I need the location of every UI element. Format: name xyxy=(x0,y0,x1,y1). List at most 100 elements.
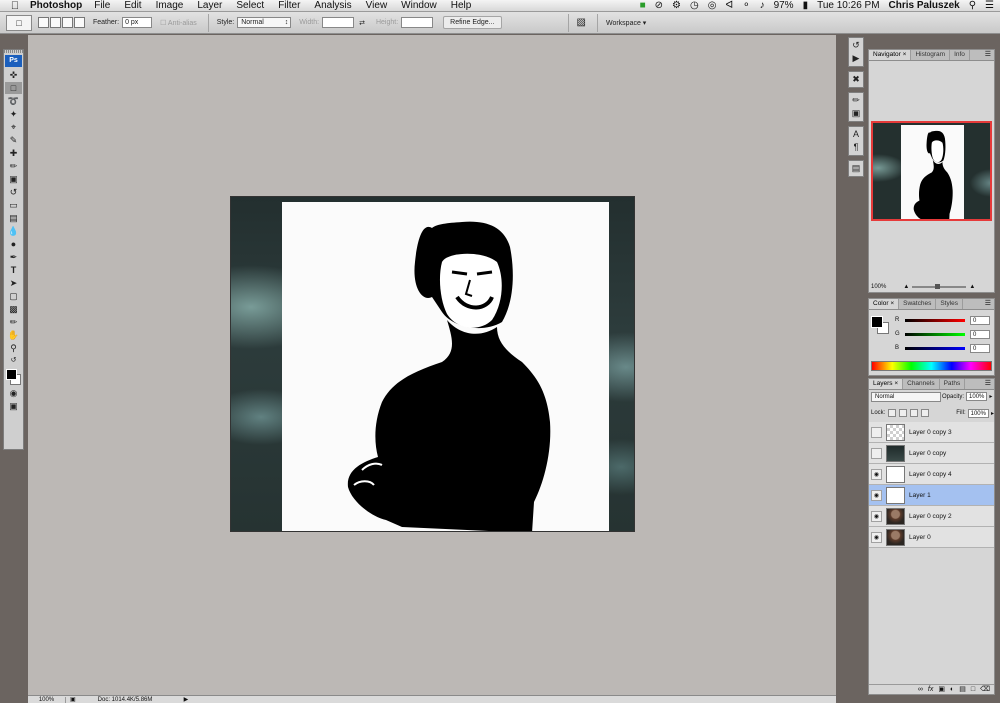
volume-icon[interactable]: ♪ xyxy=(760,0,765,11)
shape-tool-icon[interactable]: ▢ xyxy=(5,290,22,302)
fill-arrow-icon[interactable]: ▸ xyxy=(991,410,994,417)
tab-layers[interactable]: Layers × xyxy=(869,379,904,389)
menu-window[interactable]: Window xyxy=(401,0,437,11)
menu-select[interactable]: Select xyxy=(236,0,264,11)
screen-mode-icon[interactable]: ▣ xyxy=(5,400,22,412)
tab-styles[interactable]: Styles xyxy=(936,299,964,309)
layer-name[interactable]: Layer 1 xyxy=(909,492,931,499)
clock[interactable]: Tue 10:26 PM xyxy=(817,0,879,11)
layer-name[interactable]: Layer 0 copy 2 xyxy=(909,513,952,520)
canvas-workspace[interactable] xyxy=(28,35,836,695)
search-icon[interactable]: ⚲ xyxy=(969,0,976,11)
history-brush-tool-icon[interactable]: ↺ xyxy=(5,186,22,198)
style-select[interactable]: Normal xyxy=(237,17,292,28)
wifi-icon[interactable]: ⚬ xyxy=(742,0,750,11)
tab-info[interactable]: Info xyxy=(950,50,970,60)
vpn-icon[interactable]: ◎ xyxy=(708,0,717,11)
pen-tool-icon[interactable]: ✒ xyxy=(5,251,22,263)
eyedropper-tool-icon[interactable]: ✏ xyxy=(5,316,22,328)
opacity-input[interactable]: 100% xyxy=(966,392,988,401)
status-menu-arrow-icon[interactable]: ▶ xyxy=(184,696,189,703)
link-layers-icon[interactable]: ∞ xyxy=(918,685,923,694)
navigator-thumbnail[interactable] xyxy=(871,121,992,221)
stamp-tool-icon[interactable]: ▣ xyxy=(5,173,22,185)
navigator-zoom-value[interactable]: 100% xyxy=(871,284,886,290)
layer-row[interactable]: Layer 0 copy 3 xyxy=(869,422,994,443)
menu-file[interactable]: File xyxy=(94,0,110,11)
color-panel-swatches[interactable] xyxy=(871,316,891,336)
add-selection-button[interactable] xyxy=(50,17,61,28)
b-slider[interactable] xyxy=(905,346,965,350)
color-spectrum[interactable] xyxy=(871,361,992,371)
panel-menu-icon[interactable]: ☰ xyxy=(985,299,994,309)
gear-icon[interactable]: ⚙ xyxy=(672,0,681,11)
opacity-arrow-icon[interactable]: ▸ xyxy=(989,393,992,400)
battery-percent[interactable]: 97% xyxy=(774,0,794,11)
tab-channels[interactable]: Channels xyxy=(903,379,940,389)
menu-analysis[interactable]: Analysis xyxy=(314,0,351,11)
crop-tool-icon[interactable]: ⌖ xyxy=(5,121,22,133)
layer-row-selected[interactable]: ◉ Layer 1 xyxy=(869,485,994,506)
b-input[interactable]: 0 xyxy=(970,343,990,353)
r-input[interactable]: 0 xyxy=(970,315,990,325)
status-icon[interactable]: ▣ xyxy=(70,696,76,703)
g-slider[interactable] xyxy=(905,332,965,336)
layer-name[interactable]: Layer 0 xyxy=(909,534,931,541)
refine-edge-button[interactable]: Refine Edge... xyxy=(443,16,502,29)
panel-menu-icon[interactable]: ☰ xyxy=(985,50,994,60)
eraser-tool-icon[interactable]: ▭ xyxy=(5,199,22,211)
brushes-panel-icon[interactable]: ✏ xyxy=(849,94,863,107)
lock-transparency-icon[interactable] xyxy=(888,409,897,417)
dodge-tool-icon[interactable]: ● xyxy=(5,238,22,250)
layer-row[interactable]: ◉ Layer 0 copy 4 xyxy=(869,464,994,485)
clone-source-icon[interactable]: ▣ xyxy=(849,107,863,120)
eye-icon[interactable]: ◉ xyxy=(871,489,882,501)
tab-paths[interactable]: Paths xyxy=(940,379,966,389)
marquee-tool-icon[interactable]: □ xyxy=(5,82,22,94)
bluetooth-icon[interactable]: ᐊ xyxy=(725,0,733,11)
notes-tool-icon[interactable]: ▩ xyxy=(5,303,22,315)
eye-icon[interactable]: ◉ xyxy=(871,531,882,543)
r-slider[interactable] xyxy=(905,318,965,322)
foreground-color[interactable] xyxy=(6,369,17,380)
zoom-level[interactable]: 100% xyxy=(28,696,66,703)
blend-mode-select[interactable]: Normal xyxy=(871,392,941,402)
magic-wand-tool-icon[interactable]: ✦ xyxy=(5,108,22,120)
tool-presets-icon[interactable]: ✖ xyxy=(849,73,863,86)
new-selection-button[interactable] xyxy=(38,17,49,28)
workspace-menu[interactable]: Workspace ▾ xyxy=(606,19,646,27)
menu-image[interactable]: Image xyxy=(156,0,184,11)
panel-menu-icon[interactable]: ☰ xyxy=(985,379,994,389)
time-machine-icon[interactable]: ◷ xyxy=(690,0,699,11)
toolbox-grip[interactable] xyxy=(4,50,23,53)
blur-tool-icon[interactable]: 💧 xyxy=(5,225,22,237)
workspace-icon[interactable]: ▧ xyxy=(577,17,586,28)
fill-input[interactable]: 100% xyxy=(967,408,989,418)
layer-row[interactable]: Layer 0 copy xyxy=(869,443,994,464)
layer-row[interactable]: ◉ Layer 0 copy 2 xyxy=(869,506,994,527)
menu-view[interactable]: View xyxy=(366,0,388,11)
notification-center-icon[interactable]: ☰ xyxy=(985,0,994,11)
healing-tool-icon[interactable]: ✚ xyxy=(5,147,22,159)
layer-mask-icon[interactable]: ▣ xyxy=(938,685,945,694)
history-panel-icon[interactable]: ↺ xyxy=(849,39,863,52)
tab-swatches[interactable]: Swatches xyxy=(899,299,937,309)
character-panel-icon[interactable]: A xyxy=(849,128,863,141)
eye-icon[interactable]: ◉ xyxy=(871,468,882,480)
visibility-toggle[interactable] xyxy=(871,426,882,438)
swap-colors-icon[interactable]: ↺ xyxy=(5,355,22,367)
tab-navigator[interactable]: Navigator × xyxy=(869,50,912,60)
layer-style-icon[interactable]: fx xyxy=(928,685,933,694)
swap-dimensions-icon[interactable]: ⇄ xyxy=(359,19,365,27)
layer-name[interactable]: Layer 0 copy 3 xyxy=(909,429,952,436)
menu-layer[interactable]: Layer xyxy=(197,0,222,11)
layer-name[interactable]: Layer 0 copy 4 xyxy=(909,471,952,478)
zoom-in-icon[interactable]: ▲ xyxy=(969,284,975,290)
lasso-tool-icon[interactable]: ➰ xyxy=(5,95,22,107)
delete-layer-icon[interactable]: ⌫ xyxy=(980,685,990,694)
subtract-selection-button[interactable] xyxy=(62,17,73,28)
evernote-icon[interactable]: ■ xyxy=(640,0,646,11)
lock-position-icon[interactable] xyxy=(910,409,919,417)
lock-all-icon[interactable] xyxy=(921,409,930,417)
width-input[interactable] xyxy=(322,17,355,28)
